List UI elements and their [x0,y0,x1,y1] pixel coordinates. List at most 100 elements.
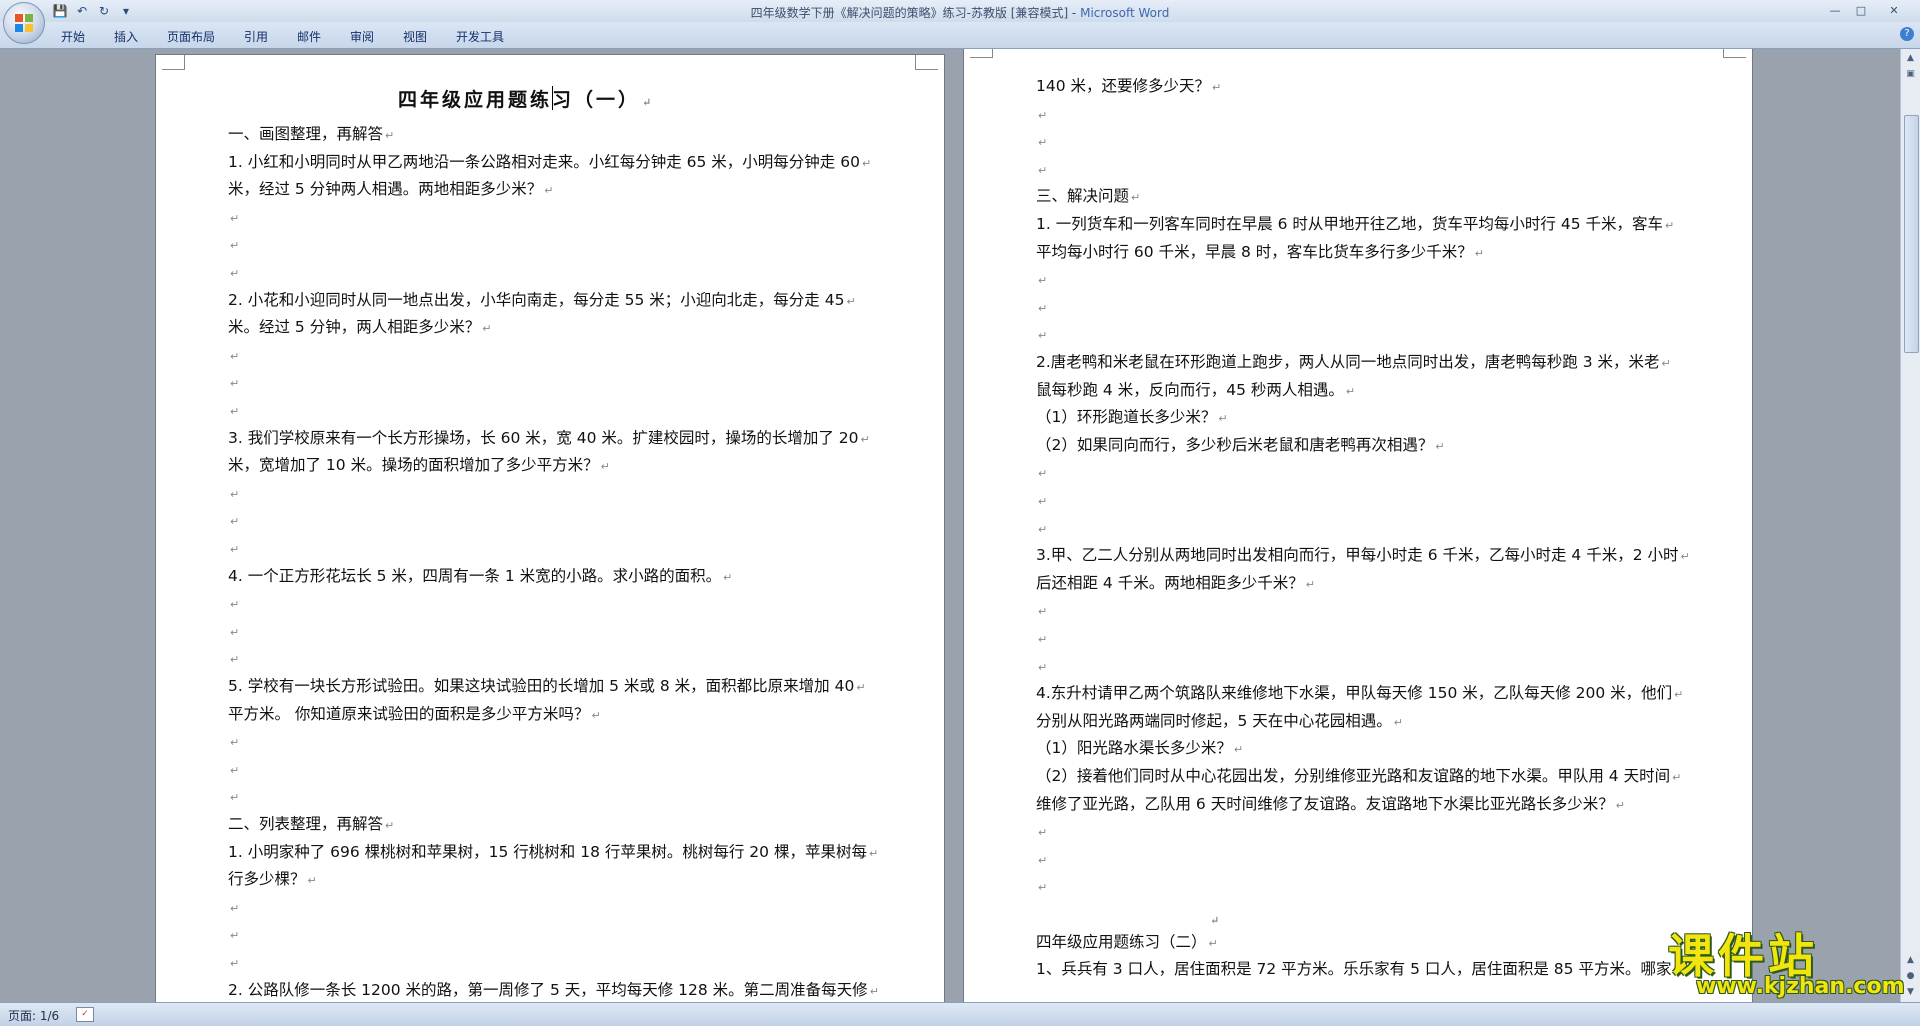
text-line: ↵ [1036,655,1047,679]
page-1[interactable]: 四年级应用题练习（一） ↵ 一、画图整理，再解答 ↵ 1. 小红和小明同时从甲乙两地沿… [156,55,944,1002]
window-controls: — □ ✕ [1822,2,1914,19]
paragraph-mark: ↵ [1345,384,1356,398]
tab-page-layout[interactable]: 页面布局 [167,28,215,45]
paragraph-mark: ↵ [230,901,240,915]
proofing-status-icon[interactable]: ✓ [76,1007,94,1022]
text-line: 米，经过 5 分钟两人相遇。两地相距多少米？ ↵ [228,178,553,202]
text-line-content: 140 米，还要修多少天？ [1036,77,1211,95]
text-line: 1. 小红和小明同时从甲乙两地沿一条公路相对走来。小红每分钟走 65 米，小明每… [228,151,871,175]
text-line: ↵ [1036,517,1047,541]
text-line-content: 米，宽增加了 10 米。操场的面积增加了多少平方米？ [228,456,599,475]
text-line-content: 鼠每秒跑 4 米，反向而行，45 秒两人相遇。 [1036,380,1344,399]
tab-developer[interactable]: 开发工具 [456,28,504,45]
text-line-content: 5. 学校有一块长方形试验田。如果这块试验田的长增加 5 米或 8 米，面积都比… [228,677,855,695]
paragraph-mark: ↵ [846,294,856,308]
paragraph-mark: ↵ [723,570,733,584]
page-2[interactable]: 140 米，还要修多少天？ ↵ ↵ ↵ ↵ 三、解决问题 ↵ 1. 一列货车和一列客车同时在早… [964,49,1752,1002]
paragraph-mark: ↵ [600,460,610,474]
watermark-url: www.kjzhan.com [1696,974,1905,999]
paragraph-mark: ↵ [230,543,240,556]
text-line: ↵ [228,399,239,423]
paragraph-mark: ↵ [1038,163,1048,177]
text-line-content: 米，经过 5 分钟两人相遇。两地相距多少米？ [228,180,543,199]
vertical-scrollbar[interactable]: ▲ ▣ ▲ ● ▼ [1900,49,1920,1002]
minimize-button[interactable]: — [1822,2,1848,19]
text-line-content: 2.唐老鸭和米老鼠在环形跑道上跑步，两人从同一地点同时出发，唐老鸭每秒跑 3 米… [1036,353,1660,371]
paragraph-mark: ↵ [1474,246,1485,260]
paragraph-mark: ↵ [861,156,872,170]
paragraph-mark: ↵ [1038,881,1048,895]
paragraph-mark: ↵ [230,763,240,777]
text-line: 2.唐老鸭和米老鼠在环形跑道上跑步，两人从同一地点同时出发，唐老鸭每秒跑 3 米… [1036,351,1671,375]
text-line: ↵ [228,233,239,257]
paragraph-mark: ↵ [1233,743,1244,757]
paragraph-mark: ↵ [1038,136,1048,150]
text-line: ↵ [1036,489,1047,513]
text-line-content: 3.甲、乙二人分别从两地同时出发相向而行，甲每小时走 6 千米，乙每小时走 4 … [1036,546,1679,565]
text-line-content: （1）阳光路水渠长多少米？ [1036,739,1232,758]
tab-review[interactable]: 审阅 [350,28,374,45]
title-bar: 💾 ↶ ↻ ▾ 四年级数学下册《解决问题的策略》练习-苏教版 [兼容模式] - … [0,0,1920,22]
paragraph-mark: ↵ [1665,219,1675,232]
text-line: ↵ [228,647,239,671]
text-line-content: 二、列表整理，再解答 [228,815,384,833]
paragraph-mark: ↵ [230,515,240,529]
page-title: 四年级应用题练习（一） ↵ [398,89,654,114]
text-line: 4. 一个正方形花坛长 5 米，四周有一条 1 米宽的小路。求小路的面积。 ↵ [228,565,732,589]
paragraph-mark: ↵ [1393,715,1404,729]
paragraph-mark: ↵ [856,681,866,694]
margin-corner [1723,49,1746,58]
office-button[interactable] [3,2,45,44]
text-line: ↵ [228,261,239,285]
tab-references[interactable]: 引用 [244,28,268,45]
paragraph-mark: ↵ [1038,522,1048,536]
help-icon[interactable]: ? [1900,27,1914,41]
text-line-content: 三、解决问题 [1036,187,1130,206]
restore-button[interactable]: □ [1848,2,1874,19]
text-line: ↵ [1036,848,1047,872]
ruler-toggle-icon[interactable]: ▣ [1903,67,1918,81]
paragraph-mark: ↵ [1038,660,1048,674]
text-line-content: 平方米。 你知道原来试验田的面积是多少平方米吗？ [228,704,590,723]
text-line: 鼠每秒跑 4 米，反向而行，45 秒两人相遇。 ↵ [1036,379,1355,403]
text-line-content: （1）环形跑道长多少米？ [1036,408,1217,427]
text-line-content: 3. 我们学校原来有一个长方形操场，长 60 米，宽 40 米。扩建校园时，操场… [228,428,859,447]
paragraph-mark: ↵ [230,239,240,253]
watermark: 课件站 www.kjzhan.com [1660,920,1910,1000]
paragraph-mark: ↵ [307,874,317,888]
margin-corner [970,49,993,58]
scroll-thumb[interactable] [1904,115,1919,353]
document-title: 四年级数学下册《解决问题的策略》练习-苏教版 [兼容模式] - [750,6,1081,20]
text-line: ↵ [228,620,239,644]
tab-view[interactable]: 视图 [403,28,427,45]
tab-insert[interactable]: 插入 [114,28,138,45]
paragraph-mark: ↵ [1038,853,1048,867]
text-line: ↵ [228,206,239,230]
text-line: 行多少棵？ ↵ [228,868,317,892]
tab-home[interactable]: 开始 [61,28,85,45]
paragraph-mark: ↵ [1672,771,1682,784]
text-line-content: 1. 小明家种了 696 棵桃树和苹果树，15 行桃树和 18 行苹果树。桃树每… [228,842,867,861]
text-line-content: 四年级应用题练习（二） [1036,932,1207,951]
paragraph-mark: ↵ [591,708,601,722]
close-button[interactable]: ✕ [1874,2,1914,19]
tab-mailings[interactable]: 邮件 [297,28,321,45]
paragraph-mark: ↵ [1435,439,1445,453]
paragraph-mark: ↵ [1661,357,1671,370]
text-line: （2）如果同向而行，多少秒后米老鼠和唐老鸭再次相遇？ ↵ [1036,434,1445,458]
text-line: 维修了亚光路，乙队用 6 天时间维修了友谊路。友谊路地下水渠比亚光路长多少米？ ↵ [1036,793,1625,817]
scroll-up-icon[interactable]: ▲ [1903,51,1918,65]
text-line-content: 4. 一个正方形花坛长 5 米，四周有一条 1 米宽的小路。求小路的面积。 [228,566,722,585]
office-logo-icon [15,14,33,32]
page-indicator[interactable]: 页面: 1/6 [8,1007,59,1024]
text-line-content: 4.东升村请甲乙两个筑路队来维修地下水渠，甲队每天修 150 米，乙队每天修 2… [1036,684,1673,703]
text-line: ↵ [228,896,239,920]
text-line-content: 2. 小花和小迎同时从同一地点出发，小华向南走，每分走 55 米；小迎向北走，每… [228,290,845,309]
text-line: 2. 小花和小迎同时从同一地点出发，小华向南走，每分走 55 米；小迎向北走，每… [228,289,856,313]
paragraph-mark: ↵ [1038,329,1048,343]
paragraph-mark: ↵ [230,487,240,501]
text-line: ↵ [228,482,239,506]
text-line: 四年级应用题练习（二） ↵ [1036,931,1218,955]
text-line: 140 米，还要修多少天？ ↵ [1036,75,1221,99]
paragraph-mark: ↵ [868,846,879,860]
